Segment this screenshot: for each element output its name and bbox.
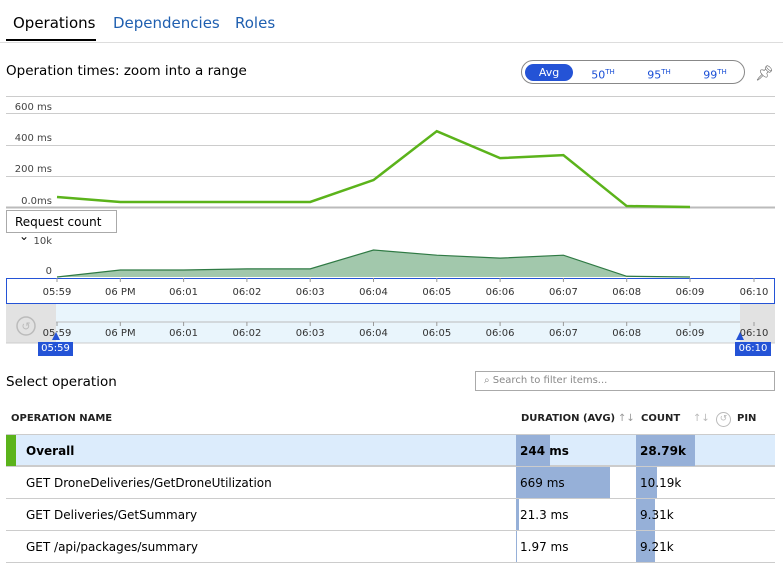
sort-duration-icon[interactable]: ↑↓ — [618, 413, 635, 424]
p50-label: 50 — [591, 68, 606, 82]
header-pin: PIN — [737, 413, 757, 424]
duration-value: 1.97 ms — [520, 540, 569, 554]
p99-label: 99 — [703, 68, 718, 82]
tab-bar: Operations Dependencies Roles — [0, 0, 783, 43]
p50-sup: TH — [605, 68, 615, 76]
selected-marker — [6, 435, 16, 466]
y-tick-label: 10k — [33, 236, 52, 247]
duration-value: 669 ms — [520, 476, 565, 490]
unpin-icon[interactable]: ↺ — [716, 412, 731, 427]
y-tick-label: 200 ms — [15, 164, 52, 175]
p95-label: 95 — [647, 68, 662, 82]
duration-bar — [516, 499, 519, 530]
avg-button[interactable]: Avg — [525, 64, 573, 81]
duration-value: 21.3 ms — [520, 508, 569, 522]
brush-tick-label: 06 PM — [105, 328, 136, 339]
metric-dropdown[interactable]: Request count ⌄ — [6, 210, 117, 243]
count-area — [57, 249, 690, 277]
table-row[interactable]: GET Deliveries/GetSummary 21.3 ms 9.31k — [6, 499, 775, 531]
x-tick-label: 06:01 — [169, 287, 198, 298]
y-tick-label: 0.0ms — [21, 196, 52, 207]
avg-label: Avg — [538, 66, 560, 79]
brush-tick-label: 06:09 — [676, 328, 705, 339]
brush-tick-label: 06:04 — [359, 328, 388, 339]
metric-dropdown-label: Request count — [15, 215, 102, 229]
x-tick-label: 06:07 — [549, 287, 578, 298]
search-input[interactable]: ⌕ Search to filter items... — [475, 371, 775, 391]
header-count[interactable]: COUNT — [641, 413, 680, 424]
count-value: 28.79k — [640, 444, 686, 458]
header-operation-name[interactable]: OPERATION NAME — [11, 413, 112, 424]
tab-operations[interactable]: Operations — [13, 14, 95, 32]
brush-tick-label: 06:07 — [549, 328, 578, 339]
range-end-label: 06:10 — [735, 342, 771, 356]
select-operation-title: Select operation — [6, 374, 117, 390]
duration-line — [56, 129, 691, 209]
p99-sup: TH — [717, 68, 727, 76]
tab-roles[interactable]: Roles — [235, 14, 275, 32]
operation-name: GET Deliveries/GetSummary — [26, 508, 198, 522]
brush-tick-label: 06:01 — [169, 328, 198, 339]
pin-icon[interactable]: 📌︎ — [755, 64, 774, 82]
x-tick-label: 06:08 — [612, 287, 641, 298]
count-value: 9.31k — [640, 508, 674, 522]
search-placeholder: Search to filter items... — [492, 375, 608, 386]
brush-tick-label: 06:08 — [612, 328, 641, 339]
header-duration[interactable]: DURATION (AVG) — [521, 413, 615, 424]
operation-name: GET /api/packages/summary — [26, 540, 198, 554]
x-tick-label: 06 PM — [105, 287, 136, 298]
p95-button[interactable]: 95TH — [638, 64, 680, 82]
y-tick-label: 400 ms — [15, 133, 52, 144]
table-row[interactable]: GET /api/packages/summary 1.97 ms 9.21k — [6, 531, 775, 563]
charts: 600 ms400 ms200 ms0.0ms 10k0 ↺ 05:5905:5… — [6, 96, 775, 344]
brush-tick-label: 06:03 — [296, 328, 325, 339]
duration-value: 244 ms — [520, 444, 569, 458]
count-chart[interactable]: 10k 0 — [33, 236, 691, 278]
x-tick-label: 06:05 — [422, 287, 451, 298]
count-value: 10.19k — [640, 476, 682, 490]
duration-chart[interactable]: 600 ms 400 ms 200 ms 0.0ms — [6, 96, 775, 209]
x-tick-label: 05:59 — [43, 287, 72, 298]
p50-button[interactable]: 50TH — [582, 64, 624, 82]
operation-name: Overall — [26, 444, 75, 458]
x-tick-label: 06:10 — [740, 287, 769, 298]
x-tick-label: 06:04 — [359, 287, 388, 298]
chevron-down-icon: ⌄ — [19, 229, 30, 243]
brush-tick-label: 06:05 — [422, 328, 451, 339]
brush-tick-label: 06:02 — [232, 328, 261, 339]
chart-title: Operation times: zoom into a range — [6, 63, 247, 79]
count-value: 9.21k — [640, 540, 674, 554]
range-start-label: 05:59 — [38, 342, 73, 356]
svg-text:↺: ↺ — [21, 320, 30, 333]
x-tick-label: 06:09 — [676, 287, 705, 298]
percentile-toggle: Avg 50TH 95TH 99TH — [521, 60, 745, 84]
y-tick-label: 600 ms — [15, 102, 52, 113]
tab-dependencies[interactable]: Dependencies — [113, 14, 220, 32]
p95-sup: TH — [661, 68, 671, 76]
table-row[interactable]: Overall 244 ms 28.79k — [6, 435, 775, 467]
brush-tick-label: 06:10 — [740, 328, 769, 339]
brush-tick-label: 06:06 — [486, 328, 515, 339]
x-tick-label: 06:03 — [296, 287, 325, 298]
p99-button[interactable]: 99TH — [694, 64, 736, 82]
search-icon: ⌕ — [484, 375, 490, 386]
x-tick-label: 06:06 — [486, 287, 515, 298]
sort-count-icon[interactable]: ↑↓ — [693, 413, 710, 424]
operation-name: GET DroneDeliveries/GetDroneUtilization — [26, 476, 272, 490]
x-tick-label: 06:02 — [232, 287, 261, 298]
active-tab-indicator — [6, 39, 96, 41]
duration-bar — [516, 531, 517, 562]
y-tick-label: 0 — [46, 266, 52, 277]
table-row[interactable]: GET DroneDeliveries/GetDroneUtilization 6… — [6, 467, 775, 499]
